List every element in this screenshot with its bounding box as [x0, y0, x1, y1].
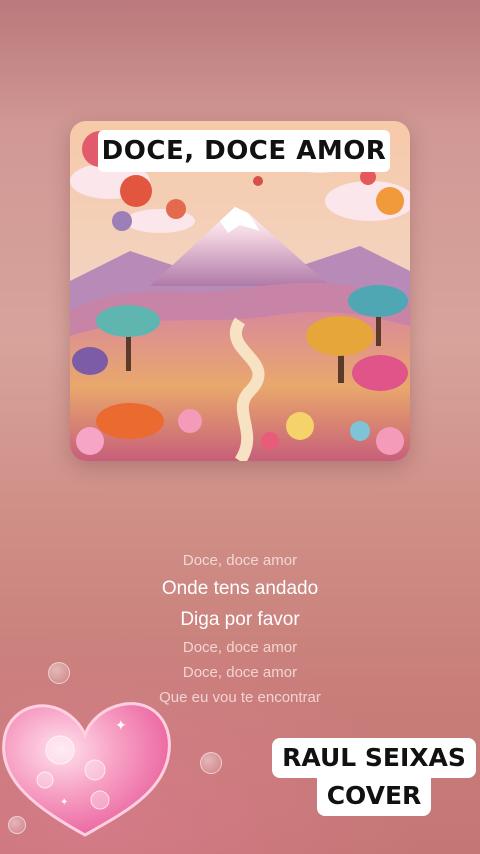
- cover-song-title: DOCE, DOCE AMOR: [98, 130, 390, 172]
- heart-decoration: ✦ ✦: [0, 680, 180, 850]
- heart-icon: ✦ ✦: [2, 702, 171, 837]
- album-cover[interactable]: [70, 121, 410, 461]
- lyric-line[interactable]: Doce, doce amor: [0, 548, 480, 573]
- lyric-line[interactable]: Doce, doce amor: [0, 635, 480, 660]
- bubble-decoration: [48, 662, 70, 684]
- artist-badge: RAUL SEIXAS COVER: [270, 738, 478, 816]
- bubble-decoration: [8, 816, 26, 834]
- svg-text:✦: ✦: [60, 797, 68, 808]
- bubble-decoration: [200, 752, 222, 774]
- background-shade-top: [0, 0, 480, 120]
- album-art-illustration: [70, 121, 410, 461]
- lyric-line-active[interactable]: Onde tens andado: [0, 573, 480, 604]
- artist-cover-label: COVER: [316, 776, 432, 816]
- lyric-line-active[interactable]: Diga por favor: [0, 604, 480, 635]
- artist-name: RAUL SEIXAS: [272, 738, 476, 778]
- svg-text:✦: ✦: [115, 718, 127, 734]
